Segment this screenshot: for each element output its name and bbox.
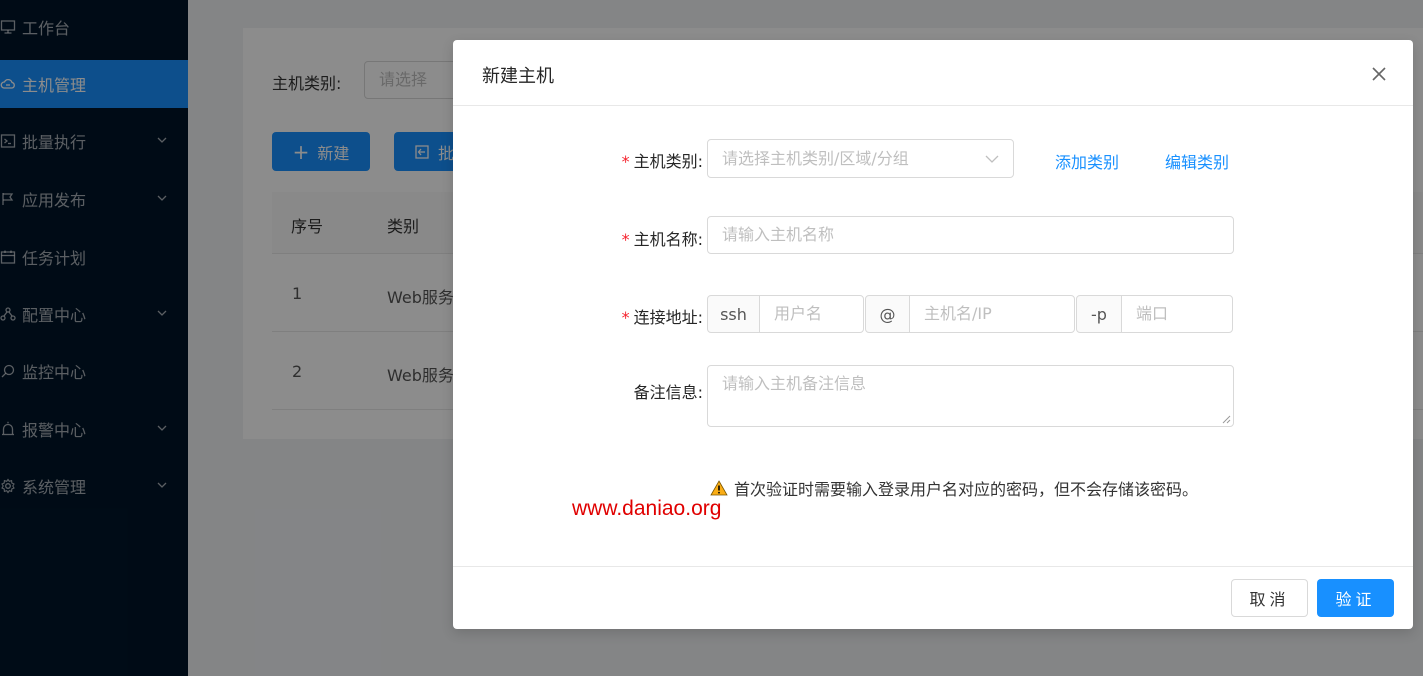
modal-header: 新建主机	[453, 40, 1413, 106]
description-placeholder: 请输入主机备注信息	[722, 374, 867, 393]
address-label: * 连接地址:	[553, 304, 703, 328]
name-label-text: 主机名称:	[633, 230, 703, 249]
password-tip: 首次验证时需要输入登录用户名对应的密码，但不会存储该密码。	[710, 476, 1198, 500]
chevron-down-icon	[985, 155, 999, 163]
required-mark: *	[621, 230, 630, 249]
category-select[interactable]: 请选择主机类别/区域/分组	[707, 139, 1014, 178]
name-label: * 主机名称:	[553, 226, 703, 250]
category-label: * 主机类别:	[553, 148, 703, 172]
port-input[interactable]: 端口	[1121, 295, 1233, 333]
modal-title: 新建主机	[482, 66, 554, 87]
host-name-input[interactable]: 请输入主机名称	[707, 216, 1234, 254]
add-category-link[interactable]: 添加类别	[1055, 149, 1119, 173]
hostname-input[interactable]: 主机名/IP	[909, 295, 1075, 333]
required-mark: *	[621, 152, 630, 171]
description-label-text: 备注信息:	[633, 383, 703, 402]
edit-category-link[interactable]: 编辑类别	[1165, 149, 1229, 173]
category-label-text: 主机类别:	[633, 152, 703, 171]
cancel-button[interactable]: 取消	[1231, 579, 1308, 617]
category-select-placeholder: 请选择主机类别/区域/分组	[722, 149, 909, 168]
at-separator: @	[865, 295, 910, 333]
modal-footer: 取消 验证	[453, 566, 1413, 629]
required-mark: *	[621, 308, 630, 327]
verify-button[interactable]: 验证	[1317, 579, 1394, 617]
warning-icon	[710, 480, 728, 496]
port-prefix: -p	[1076, 295, 1122, 333]
description-label: 备注信息:	[553, 379, 703, 403]
close-icon[interactable]	[1369, 64, 1389, 84]
ssh-prefix: ssh	[707, 295, 760, 333]
watermark-text: www.daniao.org	[572, 497, 722, 520]
password-tip-text: 首次验证时需要输入登录用户名对应的密码，但不会存储该密码。	[734, 480, 1199, 499]
address-label-text: 连接地址:	[633, 308, 703, 327]
new-host-modal: 新建主机 * 主机类别: 请选择主机类别/区域/分组 添加类别 编辑类别 * 主机名…	[453, 40, 1413, 629]
resize-handle-icon[interactable]	[1221, 414, 1231, 424]
description-textarea[interactable]: 请输入主机备注信息	[707, 365, 1234, 427]
username-input[interactable]: 用户名	[759, 295, 864, 333]
